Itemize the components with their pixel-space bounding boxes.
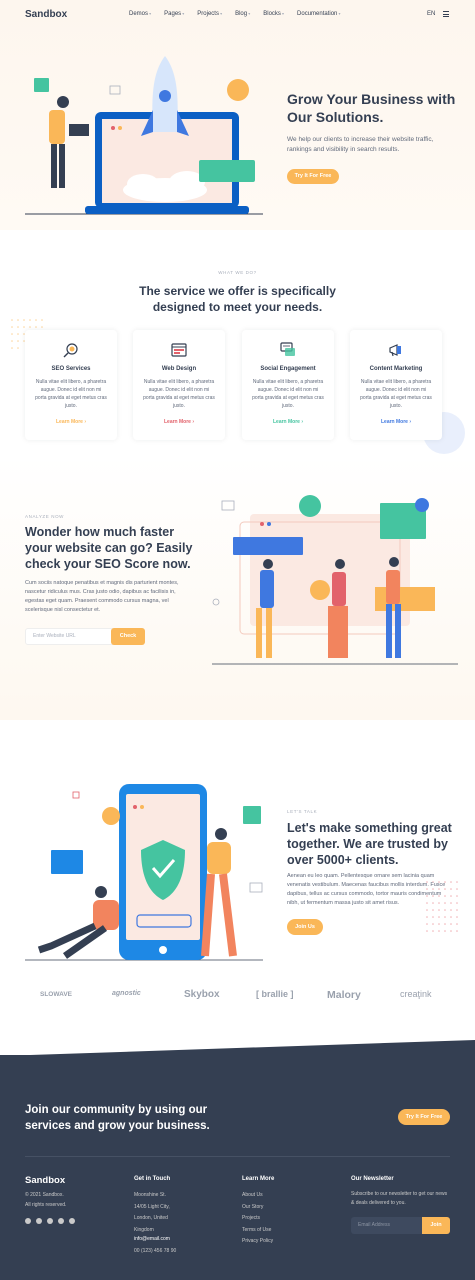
- client-logo-slowave: SLOWAVE: [40, 991, 73, 998]
- learn-more-link[interactable]: Learn More ›: [25, 419, 117, 425]
- cta-title: Join our community by using our services…: [25, 1104, 210, 1132]
- service-card-title: Web Design: [161, 366, 197, 372]
- nav-item-blog[interactable]: Blog: [235, 11, 250, 17]
- service-card-content: Content Marketing Nulla vitae elit liber…: [350, 330, 442, 440]
- youtube-icon[interactable]: [69, 1218, 75, 1224]
- service-card-desc: Nulla vitae elit libero, a pharetra augu…: [35, 379, 107, 409]
- footer-link-privacy[interactable]: Privacy Policy: [242, 1236, 273, 1248]
- hero-subtitle: We help our clients to increase their we…: [287, 136, 434, 153]
- nav-item-projects[interactable]: Projects: [197, 11, 222, 17]
- footer-link-story[interactable]: Our Story: [242, 1202, 273, 1214]
- service-card-seo: SEO Services Nulla vitae elit libero, a …: [25, 330, 117, 440]
- footer: [0, 1055, 475, 1280]
- client-logo-agnostic: agnostic: [112, 990, 141, 997]
- footer-link-projects[interactable]: Projects: [242, 1213, 273, 1225]
- service-card-desc: Nulla vitae elit libero, a pharetra augu…: [143, 379, 215, 409]
- talk-desc: Aenean eu leo quam. Pellentesque ornare …: [287, 873, 446, 906]
- service-card-web-design: Web Design Nulla vitae elit libero, a ph…: [133, 330, 225, 440]
- info-menu-icon[interactable]: [443, 11, 449, 17]
- nav-item-blocks[interactable]: Blocks: [263, 11, 284, 17]
- website-url-input[interactable]: Enter Website URL: [25, 628, 115, 645]
- learn-more-heading: Learn More: [242, 1176, 275, 1182]
- newsletter-join-button[interactable]: Join: [422, 1217, 450, 1234]
- service-card-title: SEO Services: [51, 366, 91, 372]
- site-logo[interactable]: Sandbox: [25, 9, 67, 20]
- hero-cta-button[interactable]: Try It For Free: [287, 169, 339, 184]
- client-logo-malory: Malory: [327, 989, 361, 1001]
- learn-more-link[interactable]: Learn More ›: [350, 419, 442, 425]
- services-eyebrow: WHAT WE DO?: [218, 270, 257, 275]
- client-logo-brallie: [ brallie ]: [256, 989, 294, 999]
- web-design-icon: [171, 343, 187, 357]
- newsletter-desc: Subscribe to our newsletter to get our n…: [351, 1191, 448, 1206]
- facebook-icon[interactable]: [36, 1218, 42, 1224]
- footer-link-terms[interactable]: Terms of Use: [242, 1225, 273, 1237]
- talk-eyebrow: LET'S TALK: [287, 809, 318, 814]
- megaphone-icon: [389, 344, 401, 357]
- footer-email-link[interactable]: info@email.com: [134, 1234, 176, 1246]
- footer-cta-button[interactable]: Try It For Free: [398, 1109, 450, 1125]
- learn-more-link[interactable]: Learn More ›: [242, 419, 334, 425]
- service-card-title: Social Engagement: [260, 366, 316, 372]
- services-title: The service we offer is specifically des…: [139, 284, 336, 314]
- analyze-desc: Cum sociis natoque penatibus et magnis d…: [25, 580, 179, 613]
- service-card-desc: Nulla vitae elit libero, a pharetra augu…: [252, 379, 324, 409]
- rights-text: All rights reserved.: [25, 1202, 67, 1208]
- service-card-title: Content Marketing: [369, 366, 423, 372]
- footer-wave: [0, 1040, 475, 1060]
- footer-logo[interactable]: Sandbox: [25, 1175, 65, 1186]
- social-links: [25, 1218, 75, 1224]
- learn-more-link[interactable]: Learn More ›: [133, 419, 225, 425]
- footer-phone: 00 (123) 456 78 90: [134, 1247, 177, 1254]
- footer-contact: info@email.com 00 (123) 456 78 90: [134, 1234, 176, 1257]
- hero-rocket-illustration: [25, 56, 263, 215]
- seo-search-icon: [63, 343, 78, 358]
- nav-item-pages[interactable]: Pages: [164, 11, 184, 17]
- seo-team-illustration: [212, 495, 458, 665]
- hero-title: Grow Your Business with Our Solutions.: [287, 91, 456, 125]
- footer-link-about[interactable]: About Us: [242, 1190, 273, 1202]
- newsletter-heading: Our Newsletter: [351, 1176, 394, 1182]
- social-chat-icon: [280, 342, 295, 356]
- instagram-icon[interactable]: [58, 1218, 64, 1224]
- main-nav: Demos Pages Projects Blog Blocks Documen…: [129, 11, 341, 17]
- service-card-social: Social Engagement Nulla vitae elit liber…: [242, 330, 334, 440]
- analyze-title: Wonder how much faster your website can …: [25, 525, 193, 571]
- newsletter-email-input[interactable]: Email Address: [351, 1217, 423, 1234]
- phone-security-illustration: [25, 784, 263, 961]
- talk-title: Let's make something great together. We …: [287, 821, 452, 867]
- client-logo-skybox: Skybox: [184, 989, 220, 1000]
- dribbble-icon[interactable]: [47, 1218, 53, 1224]
- nav-item-demos[interactable]: Demos: [129, 11, 151, 17]
- learn-more-links: About Us Our Story Projects Terms of Use…: [242, 1190, 273, 1248]
- join-us-button[interactable]: Join Us: [287, 919, 323, 935]
- check-button[interactable]: Check: [111, 628, 145, 645]
- service-card-desc: Nulla vitae elit libero, a pharetra augu…: [360, 379, 432, 409]
- twitter-icon[interactable]: [25, 1218, 31, 1224]
- nav-item-documentation[interactable]: Documentation: [297, 11, 340, 17]
- client-logo-creatink: creaţink: [400, 989, 432, 999]
- get-in-touch-heading: Get in Touch: [134, 1176, 171, 1182]
- footer-divider: [25, 1156, 450, 1157]
- analyze-eyebrow: ANALYZE NOW: [25, 514, 65, 519]
- footer-address: Moonshine St. 14/05 Light City, London, …: [134, 1192, 170, 1233]
- language-selector[interactable]: EN: [427, 11, 435, 17]
